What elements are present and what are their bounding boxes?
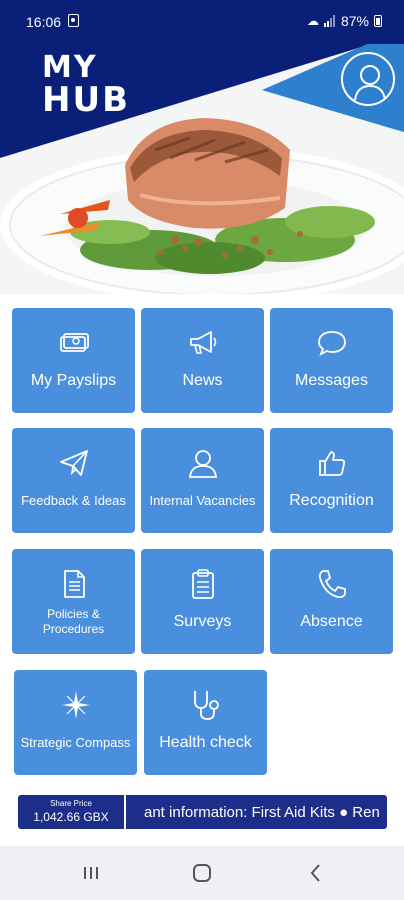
compass-icon [61, 691, 90, 719]
share-price-value: 1,042.66 GBX [33, 810, 109, 824]
tile-feedback-ideas[interactable]: Feedback & Ideas [12, 428, 135, 533]
tile-internal-vacancies[interactable]: Internal Vacancies [141, 428, 264, 533]
profile-avatar-button[interactable] [341, 52, 395, 106]
tile-my-payslips[interactable]: My Payslips [12, 308, 135, 413]
share-price-box: Share Price 1,042.66 GBX [18, 795, 126, 829]
megaphone-icon [189, 331, 216, 354]
tile-news[interactable]: News [141, 308, 264, 413]
person-icon [188, 450, 217, 478]
share-price-caption: Share Price [50, 799, 92, 808]
brand-line-2: HUB [42, 80, 130, 120]
back-icon[interactable] [301, 860, 331, 886]
tile-label: Surveys [173, 613, 232, 630]
salmon-dish-image [0, 0, 404, 294]
tile-label: Strategic Compass [20, 735, 131, 750]
document-icon [63, 570, 85, 598]
wifi-icon: ☁ [306, 14, 319, 28]
header-banner: MY HUB [0, 0, 404, 294]
tile-absence[interactable]: Absence [270, 549, 393, 654]
tile-health-check[interactable]: Health check [144, 670, 267, 775]
tile-label: Absence [300, 613, 363, 630]
tile-messages[interactable]: Messages [270, 308, 393, 413]
app-brand-logo: MY HUB [42, 52, 130, 120]
tile-label: Internal Vacancies [149, 493, 256, 508]
stethoscope-icon [193, 691, 219, 720]
home-icon[interactable] [187, 860, 217, 886]
thumbs-up-icon [318, 451, 345, 476]
tile-surveys[interactable]: Surveys [141, 549, 264, 654]
tile-recognition[interactable]: Recognition [270, 428, 393, 533]
phone-icon [318, 570, 346, 599]
tile-policies-procedures[interactable]: Policies & Procedures [12, 549, 135, 654]
tile-strategic-compass[interactable]: Strategic Compass [14, 670, 137, 775]
system-nav-bar [0, 846, 404, 900]
signal-icon [323, 15, 335, 27]
battery-percent: 87% [340, 13, 369, 29]
paper-plane-icon [59, 450, 88, 476]
tile-label: Recognition [289, 492, 374, 509]
battery-icon [374, 15, 382, 27]
notification-icon [68, 14, 79, 27]
recents-icon[interactable] [76, 860, 106, 886]
tile-label: News [182, 372, 223, 389]
status-time: 16:06 [26, 14, 62, 30]
tile-label: Policies & Procedures [42, 607, 105, 636]
ticker-text: ant information: First Aid Kits ● Ren [144, 804, 380, 821]
tile-label: My Payslips [30, 372, 117, 389]
status-bar: 16:06 ☁ 87% [0, 0, 404, 44]
clipboard-icon [191, 569, 214, 599]
tile-label: Messages [295, 372, 368, 389]
tile-label: Health check [159, 734, 252, 751]
payslip-icon [59, 333, 89, 352]
chat-bubble-icon [317, 331, 346, 356]
news-ticker[interactable]: Share Price 1,042.66 GBX ant information… [18, 795, 387, 829]
tile-label: Feedback & Ideas [21, 493, 126, 508]
